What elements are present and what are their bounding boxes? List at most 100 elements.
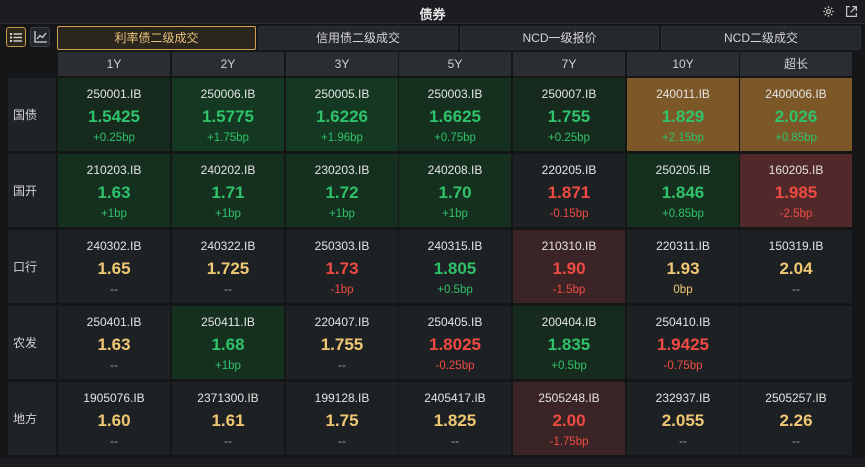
yield-value: 2.26 [779,411,813,430]
bond-code: 199128.IB [314,391,370,405]
quote-cell[interactable]: 240302.IB 1.65 -- [58,230,170,303]
bond-code: 210203.IB [86,163,142,177]
quote-cell[interactable]: 240315.IB 1.805 +0.5bp [399,230,511,303]
yield-change: -- [792,436,800,448]
yield-change: +1bp [442,208,468,220]
column-header-1y[interactable]: 1Y [58,52,170,76]
yield-value: 1.5425 [88,107,140,126]
quote-cell[interactable]: 2400006.IB 2.026 +0.85bp [740,78,852,151]
column-header-3y[interactable]: 3Y [286,52,398,76]
quote-cell[interactable]: 210203.IB 1.63 +1bp [58,154,170,227]
quote-cell[interactable]: 240202.IB 1.71 +1bp [172,154,284,227]
quote-cell[interactable]: 160205.IB 1.985 -2.5bp [740,154,852,227]
yield-change: +0.85bp [662,208,704,220]
yield-change: +1bp [215,208,241,220]
bond-code: 160205.IB [768,163,824,177]
yield-change: +0.5bp [551,360,587,372]
quote-cell[interactable]: 240208.IB 1.70 +1bp [399,154,511,227]
bond-quote-grid: 1Y 2Y 3Y 5Y 7Y 10Y 超长 国债 250001.IB 1.5425 +0.25bp 2… [8,52,855,455]
quote-cell[interactable] [740,306,852,379]
quote-cell[interactable]: 250410.IB 1.9425 -0.75bp [627,306,739,379]
quote-cell[interactable]: 250405.IB 1.8025 -0.25bp [399,306,511,379]
quote-cell[interactable]: 200404.IB 1.835 +0.5bp [513,306,625,379]
window-title: 债券 [419,7,446,22]
quote-cell[interactable]: 250303.IB 1.73 -1bp [286,230,398,303]
yield-value: 1.70 [438,183,472,202]
tab-credit-bond-secondary[interactable]: 信用债二级成交 [258,26,458,50]
yield-value: 1.75 [325,411,359,430]
gear-icon[interactable] [821,4,836,19]
yield-value: 1.985 [774,183,818,202]
list-view-button[interactable] [6,27,26,47]
quote-cell[interactable]: 250001.IB 1.5425 +0.25bp [58,78,170,151]
quote-cell[interactable]: 250003.IB 1.6625 +0.75bp [399,78,511,151]
bond-code: 250003.IB [427,87,483,101]
column-header-5y[interactable]: 5Y [399,52,511,76]
quote-cell[interactable]: 230203.IB 1.72 +1bp [286,154,398,227]
yield-change: -0.25bp [435,360,475,372]
quote-cell[interactable]: 250401.IB 1.63 -- [58,306,170,379]
quote-cell[interactable]: 150319.IB 2.04 -- [740,230,852,303]
quote-cell[interactable]: 2405417.IB 1.825 -- [399,382,511,455]
row-label: 地方 [8,382,56,455]
chart-view-button[interactable] [30,27,50,47]
title-bar: 债券 [0,0,865,24]
row-label: 国开 [8,154,56,227]
quote-cell[interactable]: 2505257.IB 2.26 -- [740,382,852,455]
bond-code: 240011.IB [656,87,710,101]
yield-value: 2.055 [661,411,705,430]
yield-change: +1bp [329,208,355,220]
quote-cell[interactable]: 240322.IB 1.725 -- [172,230,284,303]
yield-change: -- [338,436,346,448]
yield-value: 1.63 [97,183,131,202]
yield-change: 0bp [673,284,693,296]
yield-value: 1.825 [433,411,477,430]
yield-change: -2.5bp [779,208,813,220]
yield-value: 1.65 [97,259,131,278]
quote-cell[interactable]: 250006.IB 1.5775 +1.75bp [172,78,284,151]
tab-ncd-primary-quote[interactable]: NCD一级报价 [460,26,659,50]
quote-cell[interactable]: 240011.IB 1.829 +2.15bp [627,78,739,151]
quote-cell[interactable]: 210310.IB 1.90 -1.5bp [513,230,625,303]
quote-cell[interactable]: 250005.IB 1.6226 +1.96bp [286,78,398,151]
yield-change: -- [679,436,687,448]
popout-icon[interactable] [844,4,859,19]
quote-cell[interactable]: 250007.IB 1.755 +0.25bp [513,78,625,151]
bond-code: 250411.IB [201,315,255,329]
column-header-10y[interactable]: 10Y [627,52,739,76]
bond-code: 250205.IB [655,163,711,177]
quote-cell[interactable]: 1905076.IB 1.60 -- [58,382,170,455]
yield-change: +0.75bp [434,132,476,144]
row-label: 口行 [8,230,56,303]
column-header-2y[interactable]: 2Y [172,52,284,76]
bond-code: 250001.IB [86,87,142,101]
bond-code: 250007.IB [541,87,597,101]
bond-code: 210310.IB [541,239,597,253]
yield-value: 1.71 [211,183,245,202]
quote-cell[interactable]: 199128.IB 1.75 -- [286,382,398,455]
yield-change: -1.75bp [549,436,589,448]
yield-value: 1.61 [211,411,245,430]
yield-change: +1.96bp [321,132,363,144]
bond-code: 2400006.IB [765,87,827,101]
quote-cell[interactable]: 250205.IB 1.846 +0.85bp [627,154,739,227]
yield-value: 1.6625 [429,107,481,126]
bond-code: 150319.IB [768,239,824,253]
tab-rate-bond-secondary[interactable]: 利率债二级成交 [57,26,256,50]
quote-cell[interactable]: 2505248.IB 2.00 -1.75bp [513,382,625,455]
yield-value: 1.871 [547,183,591,202]
quote-cell[interactable]: 220407.IB 1.755 -- [286,306,398,379]
quote-cell[interactable]: 220311.IB 1.93 0bp [627,230,739,303]
tab-ncd-secondary[interactable]: NCD二级成交 [661,26,861,50]
quote-cell[interactable]: 232937.IB 2.055 -- [627,382,739,455]
bond-code: 250006.IB [200,87,256,101]
column-header-long[interactable]: 超长 [740,52,852,76]
quote-cell[interactable]: 2371300.IB 1.61 -- [172,382,284,455]
bond-code: 2505248.IB [538,391,600,405]
yield-change: -- [451,436,459,448]
column-header-7y[interactable]: 7Y [513,52,625,76]
yield-value: 1.90 [552,259,586,278]
quote-cell[interactable]: 220205.IB 1.871 -0.15bp [513,154,625,227]
yield-value: 1.846 [661,183,705,202]
quote-cell[interactable]: 250411.IB 1.68 +1bp [172,306,284,379]
